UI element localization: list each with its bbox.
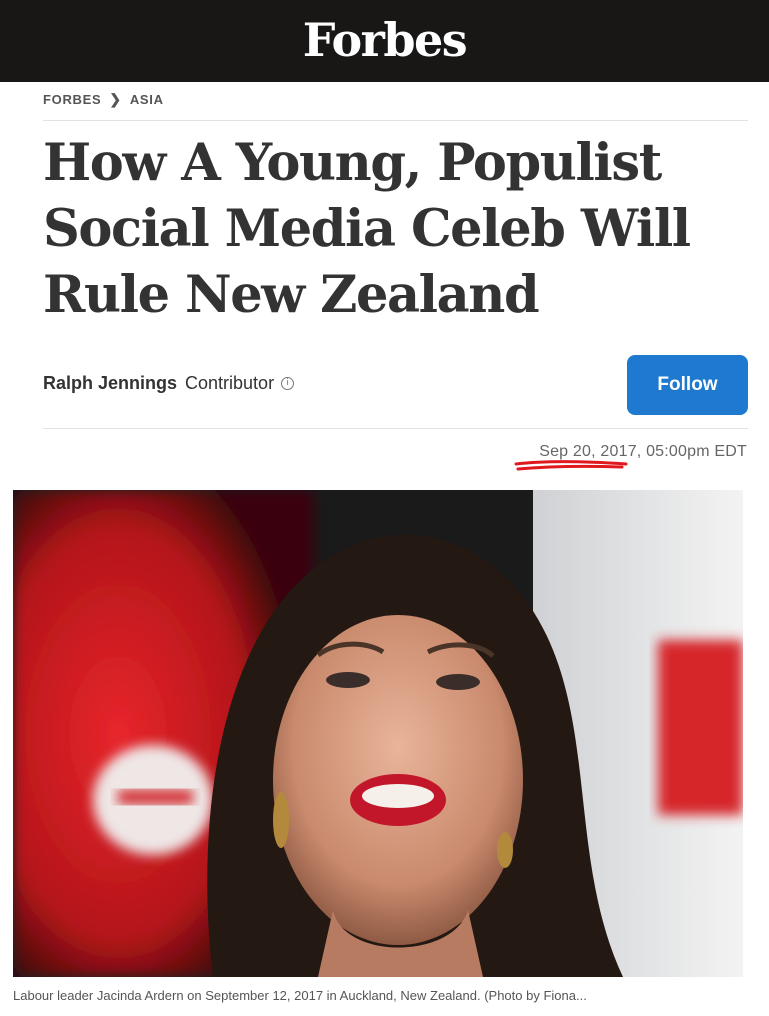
follow-button[interactable]: Follow (627, 355, 748, 415)
info-icon[interactable]: i (281, 377, 295, 390)
breadcrumb-asia[interactable]: ASIA (130, 92, 164, 107)
headline-line: Social Media Celeb Will (43, 199, 691, 259)
chevron-right-icon: ❯ (109, 91, 122, 107)
breadcrumb-forbes[interactable]: FORBES (43, 92, 101, 107)
breadcrumb: FORBES ❯ ASIA (43, 91, 164, 108)
headline-line: How A Young, Populist (43, 133, 662, 193)
red-underline-annotation (514, 460, 628, 471)
divider (43, 428, 748, 429)
article-photo (13, 490, 743, 977)
author-role: Contributor (185, 373, 275, 393)
photo-illustration (13, 490, 743, 977)
author-byline: Ralph Jennings Contributor i (43, 373, 295, 394)
photo-caption: Labour leader Jacinda Ardern on Septembe… (13, 988, 587, 1003)
headline-line: Rule New Zealand (43, 265, 540, 325)
forbes-logo[interactable]: Forbes (0, 12, 769, 68)
article-headline: How A Young, Populist Social Media Celeb… (43, 130, 743, 328)
divider (43, 120, 748, 121)
author-name[interactable]: Ralph Jennings (43, 373, 177, 394)
top-navigation-bar: Forbes (0, 0, 769, 82)
